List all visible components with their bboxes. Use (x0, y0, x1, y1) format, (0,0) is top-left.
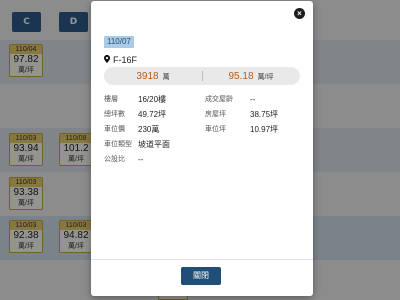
detail-row: 公設比 -- (104, 153, 205, 165)
detail-label: 總坪數 (104, 111, 125, 118)
detail-row: 總坪數 49.72坪 房屋坪 38.75坪 (104, 108, 278, 120)
detail-value: 坡道平面 (138, 139, 170, 149)
price-divider (202, 71, 203, 81)
detail-value: 16/20樓 (138, 94, 167, 104)
detail-value: 230萬 (138, 124, 160, 134)
detail-label: 車位價 (104, 126, 125, 133)
unit-price: 95.18 萬/坪 (202, 71, 300, 82)
close-button[interactable]: 關閉 (181, 267, 221, 285)
transaction-date-badge: 110/07 (104, 36, 134, 48)
detail-value: 10.97坪 (250, 124, 279, 134)
detail-label: 房屋坪 (205, 111, 226, 118)
detail-value: 49.72坪 (138, 109, 167, 119)
unit-price-value: 95.18 (228, 70, 254, 82)
detail-row: 車位價 230萬 車位坪 10.97坪 (104, 123, 278, 135)
detail-row: 樓層 16/20樓 成交屋齡 -- (104, 93, 255, 105)
transaction-detail-modal: × 110/07 F-16F 3918 萬 95.18 萬/坪 樓層 16/20… (91, 1, 313, 296)
floor-line: F-16F (104, 54, 137, 66)
modal-footer-divider (91, 259, 313, 260)
detail-value: -- (250, 94, 256, 104)
detail-label: 樓層 (104, 96, 118, 103)
detail-label: 成交屋齡 (205, 96, 233, 103)
total-price: 3918 萬 (104, 71, 202, 82)
total-price-unit: 萬 (162, 73, 170, 81)
close-icon[interactable]: × (294, 8, 305, 19)
detail-label: 車位坪 (205, 126, 226, 133)
detail-value: 38.75坪 (250, 109, 279, 119)
detail-label: 公設比 (104, 156, 125, 163)
floor-label: F-16F (113, 55, 138, 65)
total-price-value: 3918 (136, 70, 159, 82)
detail-label: 車位類型 (104, 141, 132, 148)
location-pin-icon (104, 55, 110, 65)
detail-value: -- (138, 154, 144, 164)
unit-price-unit: 萬/坪 (257, 73, 274, 81)
detail-row: 車位類型 坡道平面 (104, 138, 205, 150)
price-summary-bar: 3918 萬 95.18 萬/坪 (104, 67, 300, 85)
